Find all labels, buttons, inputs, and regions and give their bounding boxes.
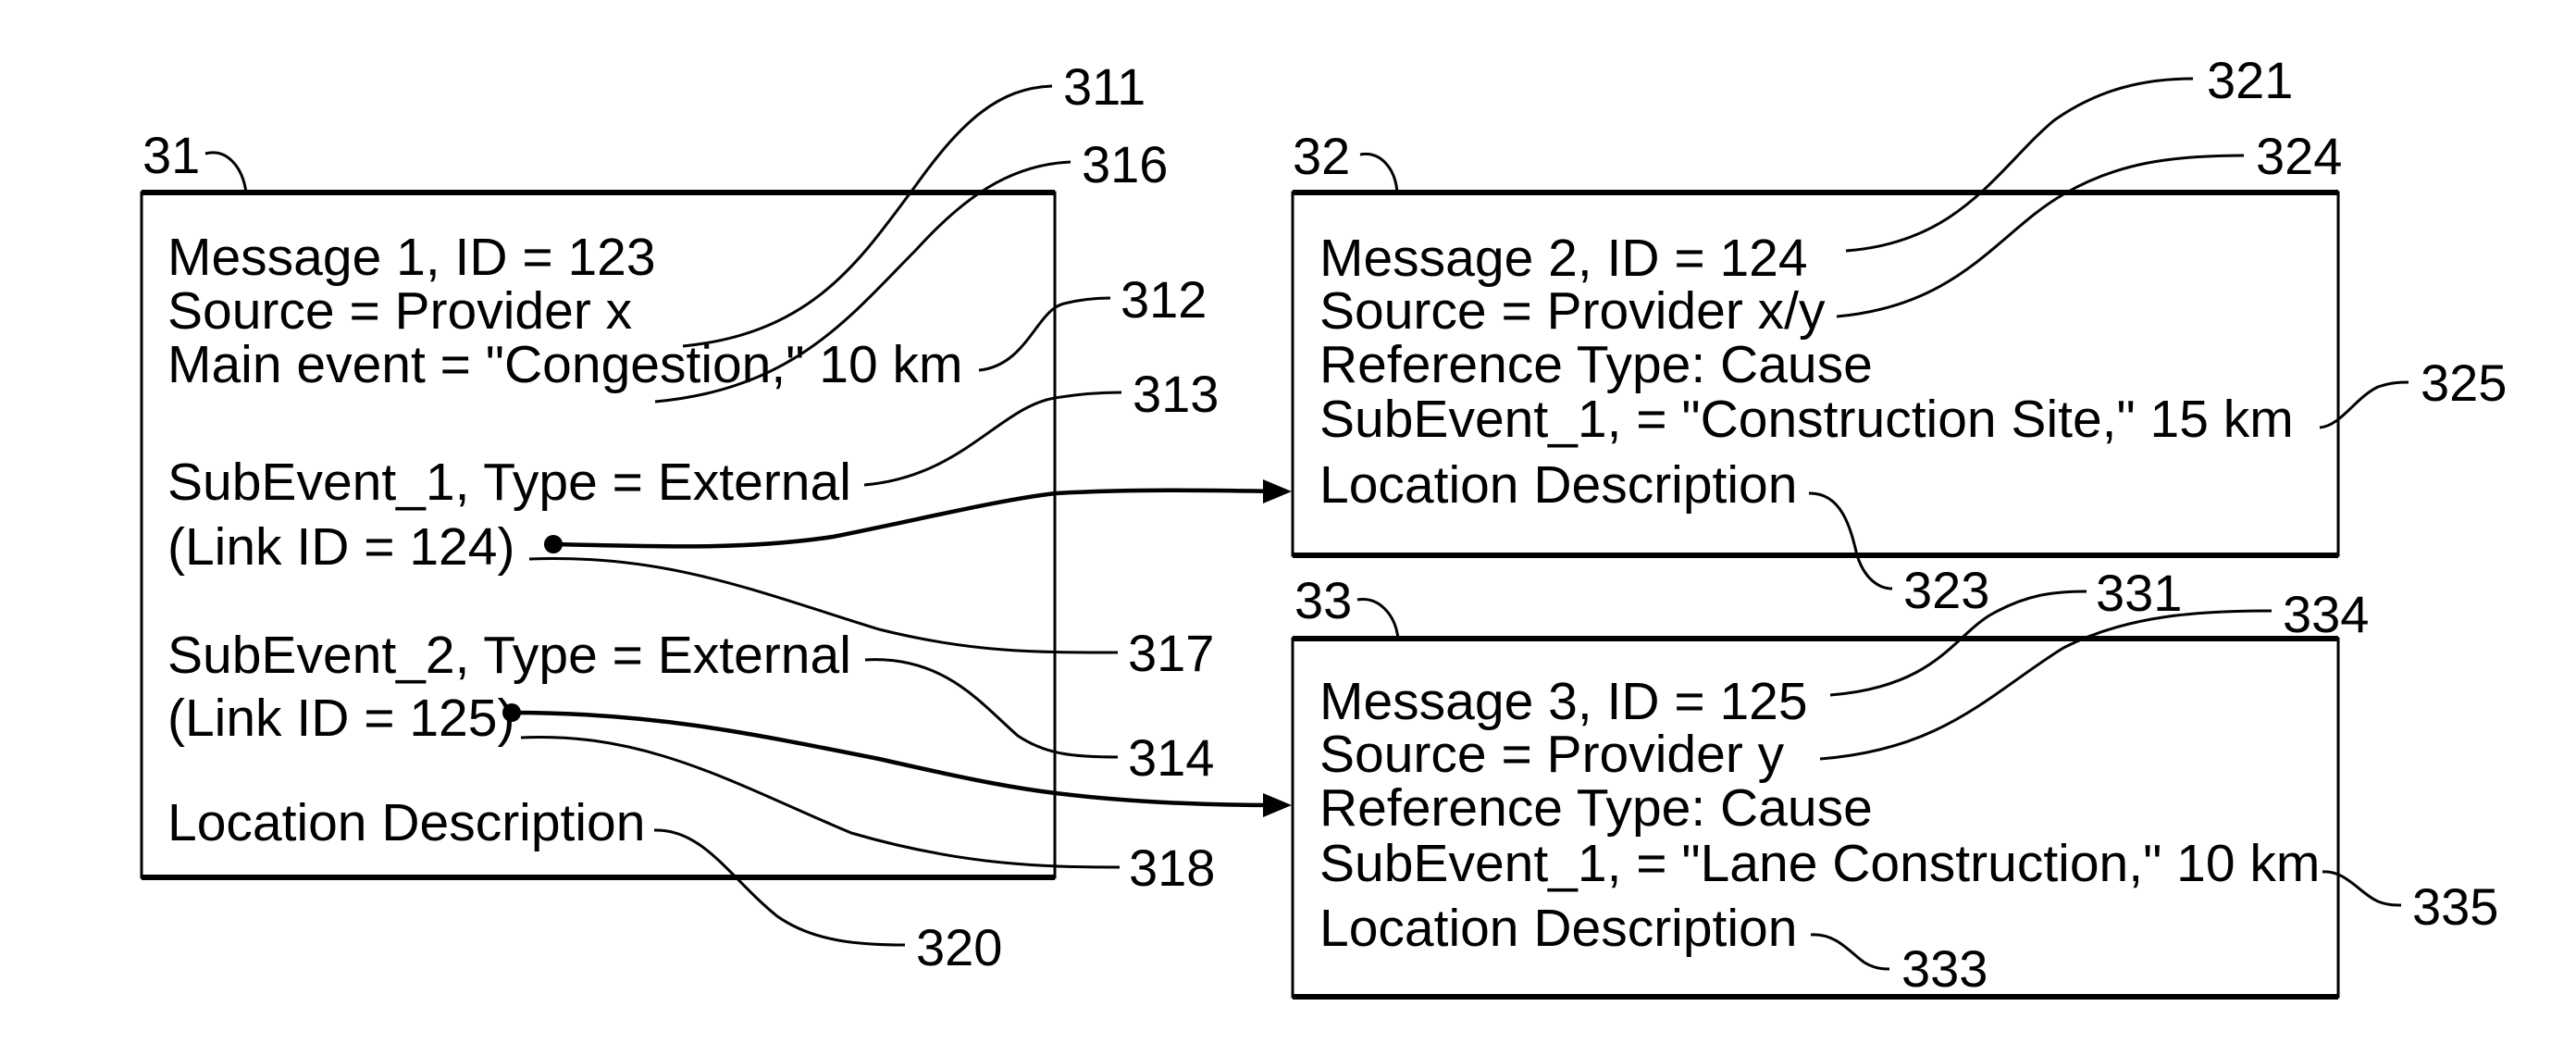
ref-label-333: 333 (1901, 939, 1988, 998)
message-linking-diagram: Message 1, ID = 123 Source = Provider x … (140, 51, 2507, 1000)
arrowhead-to-message-2 (1263, 479, 1292, 503)
arrowhead-to-message-3 (1263, 793, 1292, 817)
message-3-source: Source = Provider y (1319, 725, 1785, 784)
ref-label-320: 320 (916, 918, 1002, 976)
ref-label-325: 325 (2421, 354, 2507, 412)
ref-label-33: 33 (1294, 571, 1352, 629)
message-box-2: Message 2, ID = 124 Source = Provider x/… (1291, 190, 2340, 558)
ref-label-335: 335 (2412, 877, 2498, 936)
ref-label-317: 317 (1128, 624, 1214, 682)
message-1-main-event: Main event = "Congestion," 10 km (167, 335, 963, 394)
ref-label-334: 334 (2283, 585, 2369, 643)
ref-label-311: 311 (1063, 57, 1146, 116)
ref-label-331: 331 (2096, 564, 2182, 622)
message-1-subevent-2: SubEvent_2, Type = External (167, 626, 851, 685)
ref-leader-31 (204, 151, 248, 193)
message-2-reference-type: Reference Type: Cause (1319, 335, 1873, 394)
message-box-3: Message 3, ID = 125 Source = Provider y … (1291, 636, 2340, 1000)
message-3-id: Message 3, ID = 125 (1319, 672, 1808, 731)
ref-label-323: 323 (1903, 561, 1989, 619)
ref-label-32: 32 (1293, 127, 1350, 185)
ref-leader-33 (1356, 598, 1400, 640)
message-1-id: Message 1, ID = 123 (167, 228, 656, 287)
ref-label-312: 312 (1121, 270, 1207, 329)
ref-label-318: 318 (1129, 839, 1215, 897)
ref-label-316: 316 (1082, 135, 1168, 193)
message-2-source: Source = Provider x/y (1319, 281, 1826, 341)
message-1-subevent-1: SubEvent_1, Type = External (167, 453, 851, 512)
ref-label-31: 31 (142, 126, 200, 184)
message-2-subevent-1: SubEvent_1, = "Construction Site," 15 km (1319, 390, 2294, 449)
message-3-reference-type: Reference Type: Cause (1319, 778, 1873, 838)
message-3-location: Location Description (1319, 899, 1797, 958)
message-2-location: Location Description (1319, 455, 1797, 515)
ref-label-314: 314 (1128, 728, 1214, 787)
message-3-subevent-1: SubEvent_1, = "Lane Construction," 10 km (1319, 834, 2320, 893)
ref-label-313: 313 (1133, 365, 1219, 423)
message-1-link-125: (Link ID = 125) (167, 689, 514, 748)
ref-leader-32 (1359, 153, 1399, 193)
message-1-location: Location Description (167, 793, 645, 852)
message-box-1: Message 1, ID = 123 Source = Provider x … (140, 190, 1057, 880)
ref-label-324: 324 (2256, 127, 2342, 185)
message-1-source: Source = Provider x (167, 281, 632, 341)
message-2-id: Message 2, ID = 124 (1319, 229, 1808, 288)
message-1-link-124: (Link ID = 124) (167, 517, 514, 577)
ref-label-321: 321 (2207, 51, 2293, 109)
